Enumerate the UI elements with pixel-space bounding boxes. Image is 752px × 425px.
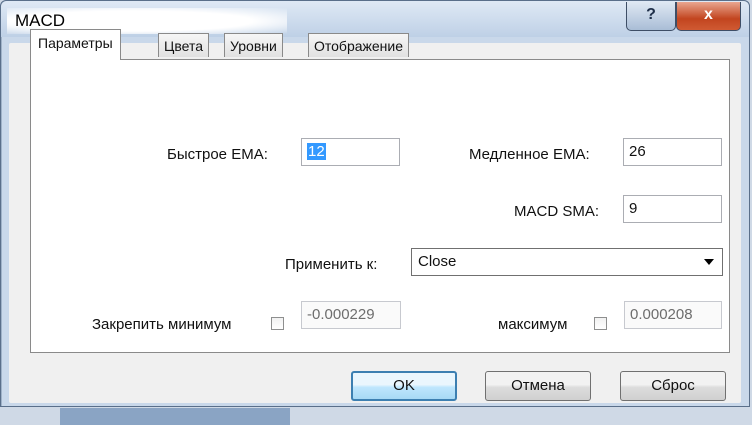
- ok-button[interactable]: OK: [351, 371, 457, 401]
- help-button[interactable]: ?: [626, 2, 676, 31]
- fast-ema-label: Быстрое EMA:: [167, 146, 268, 163]
- fix-min-label: Закрепить минимум: [92, 316, 232, 333]
- apply-to-value: Close: [418, 253, 457, 270]
- fix-min-checkbox[interactable]: [271, 317, 284, 330]
- macd-sma-label: MACD SMA:: [514, 203, 600, 220]
- tab-levels[interactable]: Уровни: [224, 33, 283, 57]
- tab-colors[interactable]: Цвета: [158, 33, 209, 57]
- max-value-input[interactable]: 0.000208: [624, 301, 722, 329]
- close-icon[interactable]: x: [704, 6, 713, 23]
- macd-sma-input[interactable]: 9: [623, 195, 722, 223]
- fix-max-checkbox[interactable]: [594, 317, 607, 330]
- fast-ema-value: 12: [307, 143, 326, 160]
- slow-ema-label: Медленное EMA:: [469, 146, 590, 163]
- close-button[interactable]: x: [676, 2, 741, 31]
- fast-ema-input[interactable]: 12: [301, 138, 400, 166]
- slow-ema-input[interactable]: 26: [623, 138, 722, 166]
- min-value-input[interactable]: -0.000229: [301, 301, 401, 329]
- tab-parameters[interactable]: Параметры: [30, 29, 121, 60]
- tab-display[interactable]: Отображение: [308, 33, 410, 57]
- apply-to-select[interactable]: Close: [411, 248, 723, 276]
- background-window: [60, 408, 290, 425]
- chevron-down-icon: [704, 259, 714, 265]
- macd-dialog: MACD ? x Параметры Цвета Уровни Отображе…: [0, 0, 750, 407]
- reset-button[interactable]: Сброс: [620, 371, 726, 401]
- fix-max-label: максимум: [498, 316, 568, 333]
- cancel-button[interactable]: Отмена: [485, 371, 591, 401]
- window-title: MACD: [15, 11, 66, 30]
- apply-to-label: Применить к:: [285, 256, 378, 273]
